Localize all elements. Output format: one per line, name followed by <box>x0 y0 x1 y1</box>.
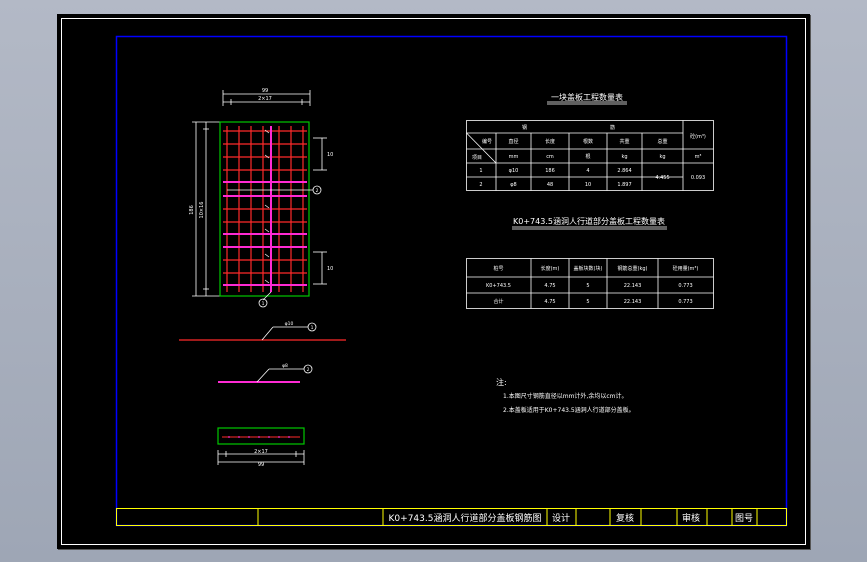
table1-col-length: 长度 <box>545 138 555 145</box>
bar-2-detail-mark: 2 <box>307 367 310 373</box>
table2-total-slabs: 5 <box>586 299 589 305</box>
table2-total-label: 合计 <box>493 298 503 305</box>
table1-title: 一块盖板工程数量表 <box>551 92 623 102</box>
table1-row2-count: 10 <box>585 182 591 188</box>
bar-1-marker-number: 1 <box>262 301 265 307</box>
slab-section-view: 2×17 99 <box>217 427 305 468</box>
table2-row1-length: 4.75 <box>544 283 555 289</box>
table2-col-slabs: 盖板块数(块) <box>574 265 603 272</box>
table2-total-concrete: 0.773 <box>678 299 692 305</box>
table2-col-length: 长度(m) <box>541 265 560 272</box>
table2-col-concrete: 砼用量(m³) <box>673 265 699 272</box>
table1-unit-length: cm <box>546 154 554 160</box>
slab-quantity-table: 一块盖板工程数量表 钢 筋 砼(m³) 编号 项目 直径 长度 根数 共重 总重 <box>466 92 714 191</box>
table1-diag-top: 编号 <box>482 138 492 145</box>
rebar-grid <box>223 126 313 301</box>
drawing-sheet[interactable]: K0+743.5涵洞人行道部分盖板钢筋图 设计 复核 审核 图号 99 2×17… <box>57 14 810 549</box>
bar-1-detail-mark: 1 <box>311 325 314 331</box>
table1-row1-len: 186 <box>545 168 555 174</box>
table2-col-steel: 钢筋总重(kg) <box>618 265 648 272</box>
table1-col-weight: 共重 <box>619 138 629 145</box>
top-dim-sub: 2×17 <box>258 96 272 102</box>
table1-group-right: 筋 <box>610 124 615 131</box>
check-label: 复核 <box>616 512 634 524</box>
table1-row2-weight: 1.897 <box>617 182 631 188</box>
table1-col-count: 根数 <box>583 138 593 145</box>
table1-unit-total-weight: kg <box>659 154 665 160</box>
section-dim-sub: 2×17 <box>254 449 268 455</box>
table1-concrete: 0.093 <box>691 175 705 181</box>
right-dim-bottom: 10 <box>327 266 333 272</box>
top-dim-total: 99 <box>262 88 268 94</box>
bar-2-label: φ8 <box>282 363 288 369</box>
table1-unit-count: 根 <box>585 153 590 160</box>
table1-total-weight: 4.455 <box>655 175 669 181</box>
section-dim-total: 99 <box>258 462 264 468</box>
table1-unit-diameter: mm <box>509 154 519 160</box>
table2-col-station: 桩号 <box>493 265 503 272</box>
table2-title: K0+743.5涵洞人行道部分盖板工程数量表 <box>513 216 665 226</box>
table1-row2-dia: φ8 <box>510 182 516 188</box>
table1-diag-bottom: 项目 <box>472 155 482 161</box>
table2-total-steel: 22.143 <box>624 299 642 305</box>
table1-group-left: 钢 <box>522 124 527 131</box>
review-label: 审核 <box>682 512 700 524</box>
right-dim-top: 10 <box>327 152 333 158</box>
table1-header-concrete: 砼(m³) <box>690 133 706 140</box>
drawing-number-label: 图号 <box>735 513 753 524</box>
left-dim-total: 186 <box>189 205 195 215</box>
table1-unit-weight: kg <box>621 154 627 160</box>
bar-2-marker-number: 2 <box>316 188 319 194</box>
table1-row2-len: 48 <box>547 182 553 188</box>
table2-total-length: 4.75 <box>544 299 555 305</box>
drawing-title: K0+743.5涵洞人行道部分盖板钢筋图 <box>389 512 542 524</box>
table1-row2-no: 2 <box>479 182 482 188</box>
table1-row1-no: 1 <box>479 168 482 174</box>
table1-row1-weight: 2.864 <box>617 168 631 174</box>
table2-row1-slabs: 5 <box>586 283 589 289</box>
table2-row1-station: K0+743.5 <box>486 283 511 289</box>
bar-2-detail: φ8 2 <box>218 363 313 383</box>
table1-row1-dia: φ10 <box>509 168 519 174</box>
culvert-quantity-table: K0+743.5涵洞人行道部分盖板工程数量表 桩号 长度(m) 盖板块数(块) … <box>466 216 714 309</box>
table2-row1-concrete: 0.773 <box>678 283 692 289</box>
title-block: K0+743.5涵洞人行道部分盖板钢筋图 设计 复核 审核 图号 <box>116 508 787 526</box>
left-dim-sub: 10×16 <box>199 202 205 219</box>
slab-plan-view: 99 2×17 186 10×16 10 10 2 1 <box>189 88 333 308</box>
note-2: 2.本盖板适用于K0+743.5涵洞人行道部分盖板。 <box>503 406 635 414</box>
table1-col-total-weight: 总重 <box>657 138 667 145</box>
notes: 注: 1.本图尺寸钢筋直径以mm计外,余均以cm计。 2.本盖板适用于K0+74… <box>496 377 635 414</box>
design-label: 设计 <box>552 512 570 524</box>
bar-1-label: φ10 <box>285 321 294 327</box>
outer-frame <box>61 18 806 545</box>
note-1: 1.本图尺寸钢筋直径以mm计外,余均以cm计。 <box>503 392 627 400</box>
table1-row1-count: 4 <box>586 168 589 174</box>
table1-unit-concrete: m³ <box>695 154 702 160</box>
inner-frame <box>115 35 788 527</box>
drawing-canvas[interactable]: K0+743.5涵洞人行道部分盖板钢筋图 设计 复核 审核 图号 99 2×17… <box>57 14 810 549</box>
notes-heading: 注: <box>496 377 507 387</box>
table2-row1-steel: 22.143 <box>624 283 642 289</box>
table1-col-diameter: 直径 <box>508 138 518 145</box>
bar-1-detail: φ10 1 <box>179 321 346 341</box>
